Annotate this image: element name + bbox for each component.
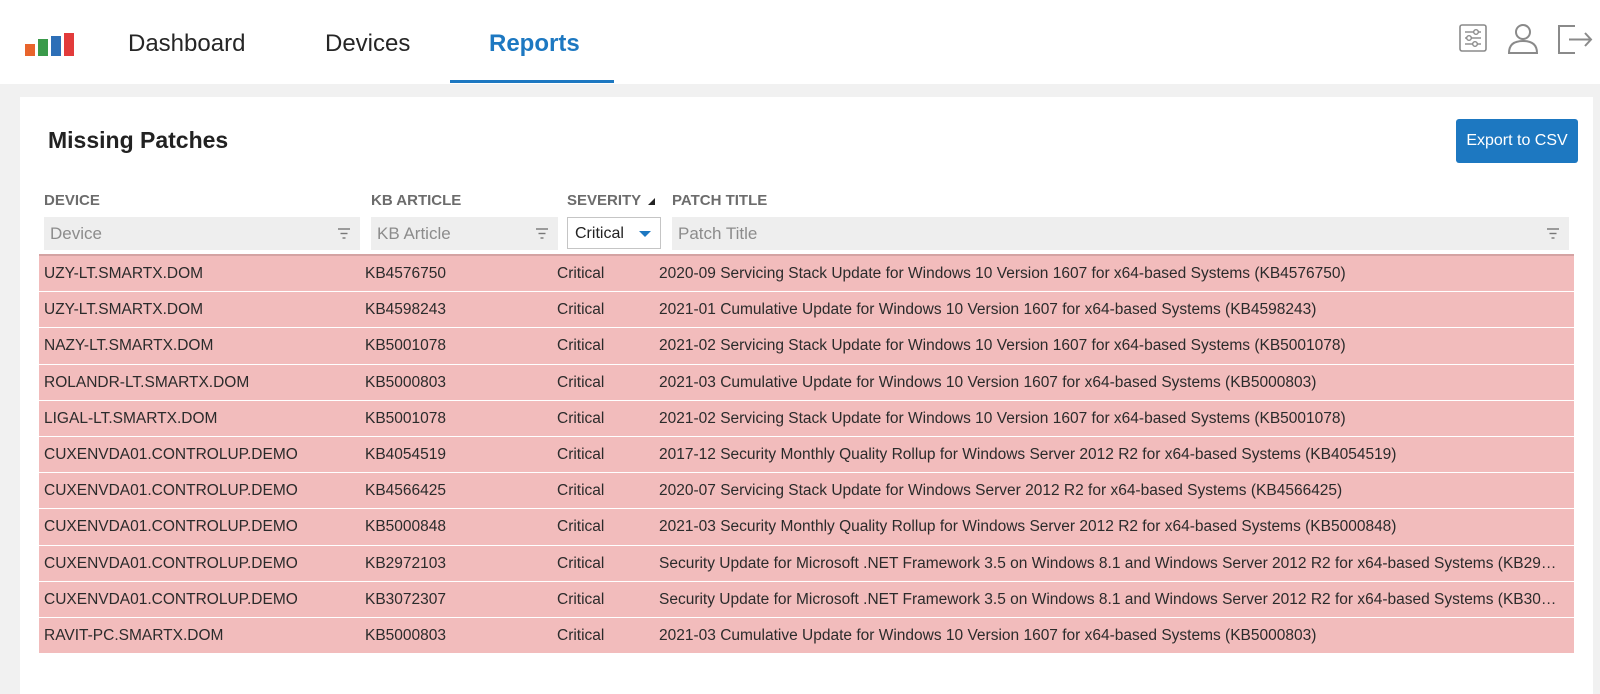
patch-title-cell: Security Update for Microsoft .NET Frame… — [659, 590, 1557, 608]
severity-cell: Critical — [557, 301, 605, 319]
device-cell: LIGAL-LT.SMARTX.DOM — [44, 409, 218, 427]
table-row[interactable]: CUXENVDA01.CONTROLUP.DEMO KB5000848 Crit… — [39, 509, 1574, 546]
patch-title-cell: 2020-09 Servicing Stack Update for Windo… — [659, 265, 1346, 282]
patch-title-cell: 2021-01 Cumulative Update for Windows 10… — [659, 301, 1317, 319]
column-header-patch-title[interactable]: PATCH TITLE — [672, 192, 767, 209]
column-header-kb-article[interactable]: KB ARTICLE — [371, 192, 461, 209]
severity-cell: Critical — [557, 482, 605, 500]
filter-icon[interactable] — [1547, 228, 1559, 239]
table-row[interactable]: NAZY-LT.SMARTX.DOM KB5001078 Critical 20… — [39, 328, 1574, 365]
severity-filter-select[interactable]: Critical — [567, 217, 661, 249]
kb-cell: KB4566425 — [365, 482, 447, 500]
kb-cell: KB5000848 — [365, 518, 447, 536]
export-csv-button[interactable]: Export to CSV — [1456, 119, 1578, 163]
device-cell: CUXENVDA01.CONTROLUP.DEMO — [44, 445, 298, 463]
patch-title-cell: Security Update for Microsoft .NET Frame… — [659, 554, 1557, 572]
kb-cell: KB2972103 — [365, 554, 447, 572]
table-row[interactable]: ROLANDR-LT.SMARTX.DOM KB5000803 Critical… — [39, 364, 1574, 401]
device-cell: CUXENVDA01.CONTROLUP.DEMO — [44, 590, 298, 608]
severity-cell: Critical — [557, 554, 605, 572]
top-nav-bar: Dashboard Devices Reports — [0, 0, 1600, 84]
device-cell: RAVIT-PC.SMARTX.DOM — [44, 626, 224, 644]
patches-table: UZY-LT.SMARTX.DOM KB4576750 Critical 202… — [39, 254, 1574, 655]
active-tab-indicator — [450, 80, 614, 83]
severity-filter-value: Critical — [575, 225, 624, 242]
kb-cell: KB5000803 — [365, 626, 447, 644]
table-row[interactable]: CUXENVDA01.CONTROLUP.DEMO KB2972103 Crit… — [39, 545, 1574, 582]
logout-icon[interactable] — [1555, 20, 1595, 60]
device-cell: ROLANDR-LT.SMARTX.DOM — [44, 373, 250, 391]
severity-cell: Critical — [557, 373, 605, 391]
kb-cell: KB5001078 — [365, 409, 447, 427]
chevron-down-icon — [639, 231, 651, 237]
table-row[interactable]: CUXENVDA01.CONTROLUP.DEMO KB4054519 Crit… — [39, 436, 1574, 474]
patch-title-cell: 2021-03 Security Monthly Quality Rollup … — [659, 518, 1397, 536]
device-filter-input[interactable] — [44, 217, 360, 250]
device-cell: CUXENVDA01.CONTROLUP.DEMO — [44, 518, 298, 536]
kb-cell: KB5001078 — [365, 337, 447, 355]
severity-cell: Critical — [557, 518, 605, 536]
filter-icon[interactable] — [338, 228, 350, 239]
missing-patches-panel: Missing Patches Export to CSV DEVICE KB … — [20, 97, 1593, 694]
logo-bar-1 — [25, 44, 35, 56]
table-row[interactable]: UZY-LT.SMARTX.DOM KB4598243 Critical 202… — [39, 292, 1574, 329]
severity-cell: Critical — [557, 409, 605, 427]
kb-cell: KB3072307 — [365, 590, 447, 608]
device-cell: UZY-LT.SMARTX.DOM — [44, 301, 204, 319]
app-logo[interactable] — [25, 33, 77, 56]
patch-title-cell: 2020-07 Servicing Stack Update for Windo… — [659, 482, 1343, 500]
table-row[interactable]: CUXENVDA01.CONTROLUP.DEMO KB4566425 Crit… — [39, 473, 1574, 510]
severity-cell: Critical — [557, 337, 605, 355]
table-row[interactable]: LIGAL-LT.SMARTX.DOM KB5001078 Critical 2… — [39, 400, 1574, 437]
patch-title-cell: 2021-03 Cumulative Update for Windows 10… — [659, 373, 1317, 391]
kb-article-filter — [371, 217, 558, 250]
table-row[interactable]: CUXENVDA01.CONTROLUP.DEMO KB3072307 Crit… — [39, 581, 1574, 618]
kb-cell: KB4054519 — [365, 445, 447, 463]
logo-bar-3 — [51, 36, 61, 56]
device-cell: CUXENVDA01.CONTROLUP.DEMO — [44, 554, 298, 572]
device-cell: UZY-LT.SMARTX.DOM — [44, 265, 204, 282]
device-cell: CUXENVDA01.CONTROLUP.DEMO — [44, 482, 298, 500]
settings-sliders-icon[interactable] — [1453, 20, 1493, 60]
column-header-device[interactable]: DEVICE — [44, 192, 100, 209]
logo-bar-4 — [64, 33, 74, 56]
severity-cell: Critical — [557, 265, 605, 282]
severity-cell: Critical — [557, 590, 605, 608]
severity-cell: Critical — [557, 445, 605, 463]
tab-dashboard[interactable]: Dashboard — [128, 30, 245, 58]
patch-title-cell: 2017-12 Security Monthly Quality Rollup … — [659, 445, 1397, 463]
table-row[interactable]: RAVIT-PC.SMARTX.DOM KB5000803 Critical 2… — [39, 617, 1574, 655]
patch-title-cell: 2021-03 Cumulative Update for Windows 10… — [659, 626, 1317, 644]
severity-cell: Critical — [557, 626, 605, 644]
user-icon[interactable] — [1503, 20, 1543, 60]
tab-reports[interactable]: Reports — [489, 30, 580, 58]
device-cell: NAZY-LT.SMARTX.DOM — [44, 337, 214, 355]
patch-title-cell: 2021-02 Servicing Stack Update for Windo… — [659, 409, 1346, 427]
table-row[interactable]: UZY-LT.SMARTX.DOM KB4576750 Critical 202… — [39, 256, 1574, 293]
patch-title-filter — [672, 217, 1569, 250]
kb-cell: KB4576750 — [365, 265, 447, 282]
kb-cell: KB4598243 — [365, 301, 447, 319]
filter-icon[interactable] — [536, 228, 548, 239]
sort-descending-icon[interactable] — [648, 198, 655, 205]
tab-devices[interactable]: Devices — [325, 30, 410, 58]
kb-article-filter-input[interactable] — [371, 217, 558, 250]
patch-title-cell: 2021-02 Servicing Stack Update for Windo… — [659, 337, 1346, 355]
patch-title-filter-input[interactable] — [672, 217, 1569, 250]
logo-bar-2 — [38, 39, 48, 56]
kb-cell: KB5000803 — [365, 373, 447, 391]
page-title: Missing Patches — [48, 127, 229, 153]
device-filter — [44, 217, 360, 250]
column-header-severity[interactable]: SEVERITY — [567, 192, 641, 209]
